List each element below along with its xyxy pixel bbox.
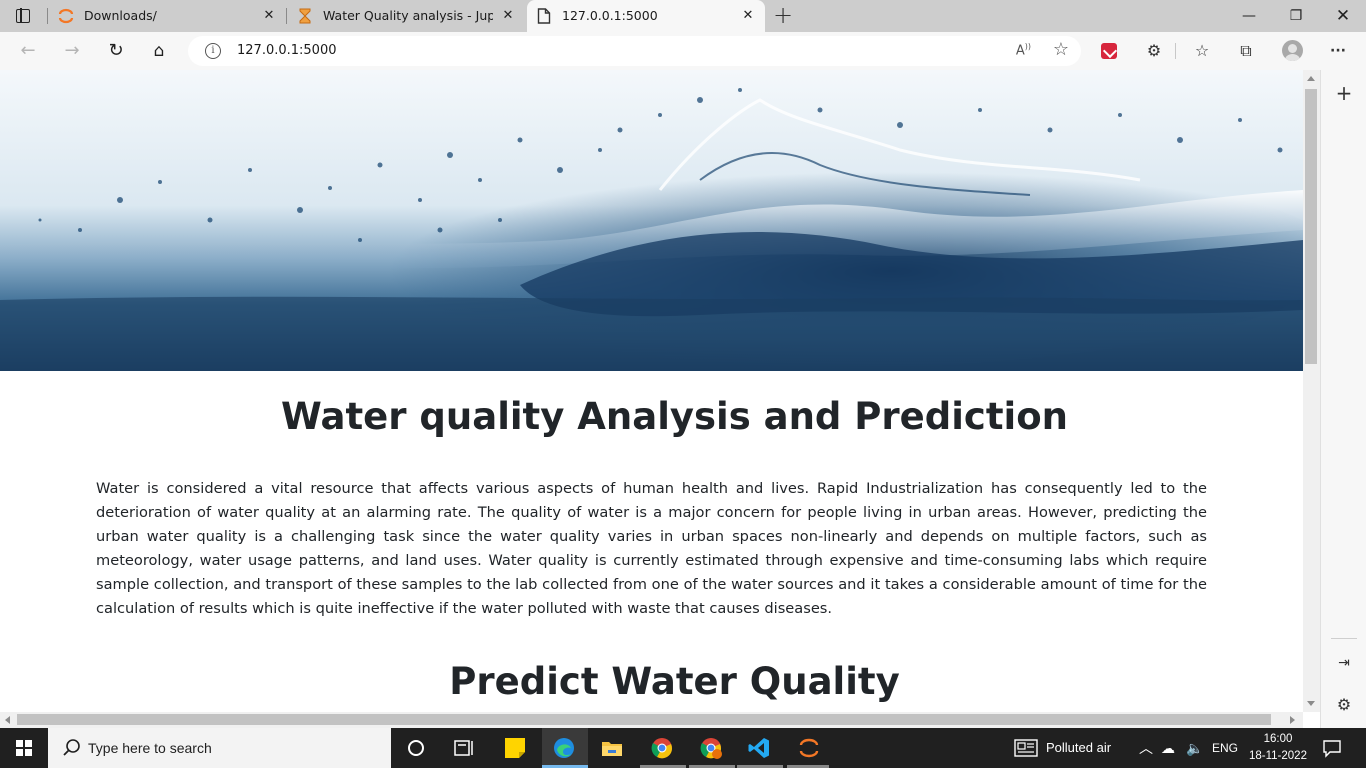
horizontal-scroll-thumb[interactable] — [17, 714, 1271, 725]
chrome-icon[interactable] — [650, 736, 674, 760]
section-title: Predict Water Quality — [449, 660, 900, 703]
tab-jupyter-notebook[interactable]: Water Quality analysis - Jupyter ✕ — [287, 0, 525, 32]
add-sidebar-app-icon[interactable]: + — [1333, 82, 1355, 104]
page-icon — [537, 8, 551, 24]
info-icon[interactable]: i — [205, 43, 221, 59]
toolbar-separator — [1175, 43, 1176, 59]
back-arrow-icon[interactable]: ← — [17, 40, 39, 62]
browser-tab-strip: Downloads/ ✕ Water Quality analysis - Ju… — [0, 0, 1366, 32]
add-favorite-icon[interactable]: ☆ — [1053, 39, 1069, 60]
home-icon[interactable]: ⌂ — [148, 40, 170, 62]
tab-actions-icon[interactable] — [14, 7, 32, 25]
notifications-icon[interactable] — [1322, 738, 1342, 758]
language-indicator[interactable]: ENG — [1212, 728, 1238, 768]
tab-title: 127.0.0.1:5000 — [562, 8, 658, 23]
intro-paragraph: Water is considered a vital resource tha… — [96, 480, 1207, 617]
clock-time: 16:00 — [1263, 733, 1293, 745]
new-tab-button[interactable]: + — [772, 3, 794, 27]
jupyter-icon — [58, 8, 74, 24]
edge-browser-icon[interactable] — [552, 736, 576, 760]
hide-sidebar-icon[interactable]: ⇥ — [1333, 652, 1355, 674]
onedrive-network-icon[interactable]: ☁ — [1161, 728, 1175, 768]
restore-button[interactable]: ❐ — [1273, 0, 1319, 32]
clock-date: 18-11-2022 — [1249, 750, 1307, 762]
weather-status[interactable]: Polluted air — [1046, 728, 1111, 768]
sticky-notes-icon[interactable] — [503, 736, 527, 760]
refresh-icon[interactable]: ↻ — [105, 40, 127, 62]
collections-icon[interactable]: ⧉ — [1235, 40, 1257, 62]
show-hidden-icons-chevron-icon[interactable]: ︿ — [1139, 728, 1153, 768]
page-viewport: Water quality Analysis and Prediction Wa… — [0, 70, 1303, 712]
tab-title: Water Quality analysis - Jupyter — [323, 8, 493, 23]
browser-sidebar: + ⇥ ⚙ — [1320, 70, 1366, 728]
scroll-up-arrow-icon[interactable] — [1307, 76, 1315, 81]
vertical-scroll-thumb[interactable] — [1305, 89, 1317, 364]
volume-icon[interactable]: 🔈 — [1186, 728, 1203, 768]
tab-downloads[interactable]: Downloads/ ✕ — [48, 0, 286, 32]
file-explorer-icon[interactable] — [600, 736, 624, 760]
read-aloud-icon[interactable]: A)) — [1016, 42, 1031, 58]
system-clock[interactable]: 16:00 18-11-2022 — [1248, 731, 1308, 765]
horizontal-scrollbar[interactable] — [0, 712, 1303, 728]
tab-localhost[interactable]: 127.0.0.1:5000 ✕ — [527, 0, 765, 32]
scroll-right-arrow-icon[interactable] — [1290, 716, 1295, 724]
profile-avatar[interactable] — [1282, 40, 1303, 61]
jupyter-app-icon[interactable] — [797, 736, 821, 760]
news-weather-icon[interactable] — [1014, 738, 1038, 758]
download-extension-icon[interactable] — [1101, 43, 1117, 59]
forward-arrow-icon[interactable]: → — [61, 40, 83, 62]
scroll-down-arrow-icon[interactable] — [1307, 701, 1315, 706]
scroll-left-arrow-icon[interactable] — [5, 716, 10, 724]
read-aloud-label: A — [1015, 43, 1025, 59]
water-splash-hero-image — [0, 70, 1303, 371]
taskbar-search-box[interactable]: Type here to search — [48, 728, 391, 768]
browser-toolbar: ← → ↻ ⌂ i 127.0.0.1:5000 A)) ☆ ⚙ ☆ ⧉ ··· — [0, 32, 1366, 70]
sidebar-divider — [1331, 638, 1357, 639]
address-bar[interactable]: i 127.0.0.1:5000 A)) ☆ — [188, 36, 1081, 66]
cortana-icon[interactable] — [404, 736, 428, 760]
extensions-icon[interactable]: ⚙ — [1143, 40, 1165, 62]
close-tab-icon[interactable]: ✕ — [501, 9, 515, 23]
address-url[interactable]: 127.0.0.1:5000 — [237, 43, 337, 58]
tab-title: Downloads/ — [84, 8, 157, 23]
search-placeholder: Type here to search — [88, 740, 212, 756]
minimize-button[interactable]: — — [1226, 0, 1272, 32]
close-tab-icon[interactable]: ✕ — [262, 9, 276, 23]
close-window-button[interactable]: ✕ — [1320, 0, 1366, 32]
close-tab-icon[interactable]: ✕ — [741, 9, 755, 23]
vscode-icon[interactable] — [747, 736, 771, 760]
hourglass-icon — [299, 8, 311, 24]
settings-gear-icon[interactable]: ⚙ — [1333, 694, 1355, 716]
task-view-icon[interactable] — [452, 736, 476, 760]
vertical-scrollbar[interactable] — [1303, 70, 1320, 712]
chrome-profile-icon[interactable] — [699, 736, 723, 760]
search-icon — [63, 739, 80, 756]
windows-start-icon[interactable] — [16, 740, 32, 756]
windows-taskbar: Type here to search Polluted air ︿ ☁ 🔈 E… — [0, 728, 1366, 768]
favorites-icon[interactable]: ☆ — [1191, 40, 1213, 62]
page-title: Water quality Analysis and Prediction — [281, 395, 1068, 438]
more-icon[interactable]: ··· — [1327, 40, 1349, 62]
